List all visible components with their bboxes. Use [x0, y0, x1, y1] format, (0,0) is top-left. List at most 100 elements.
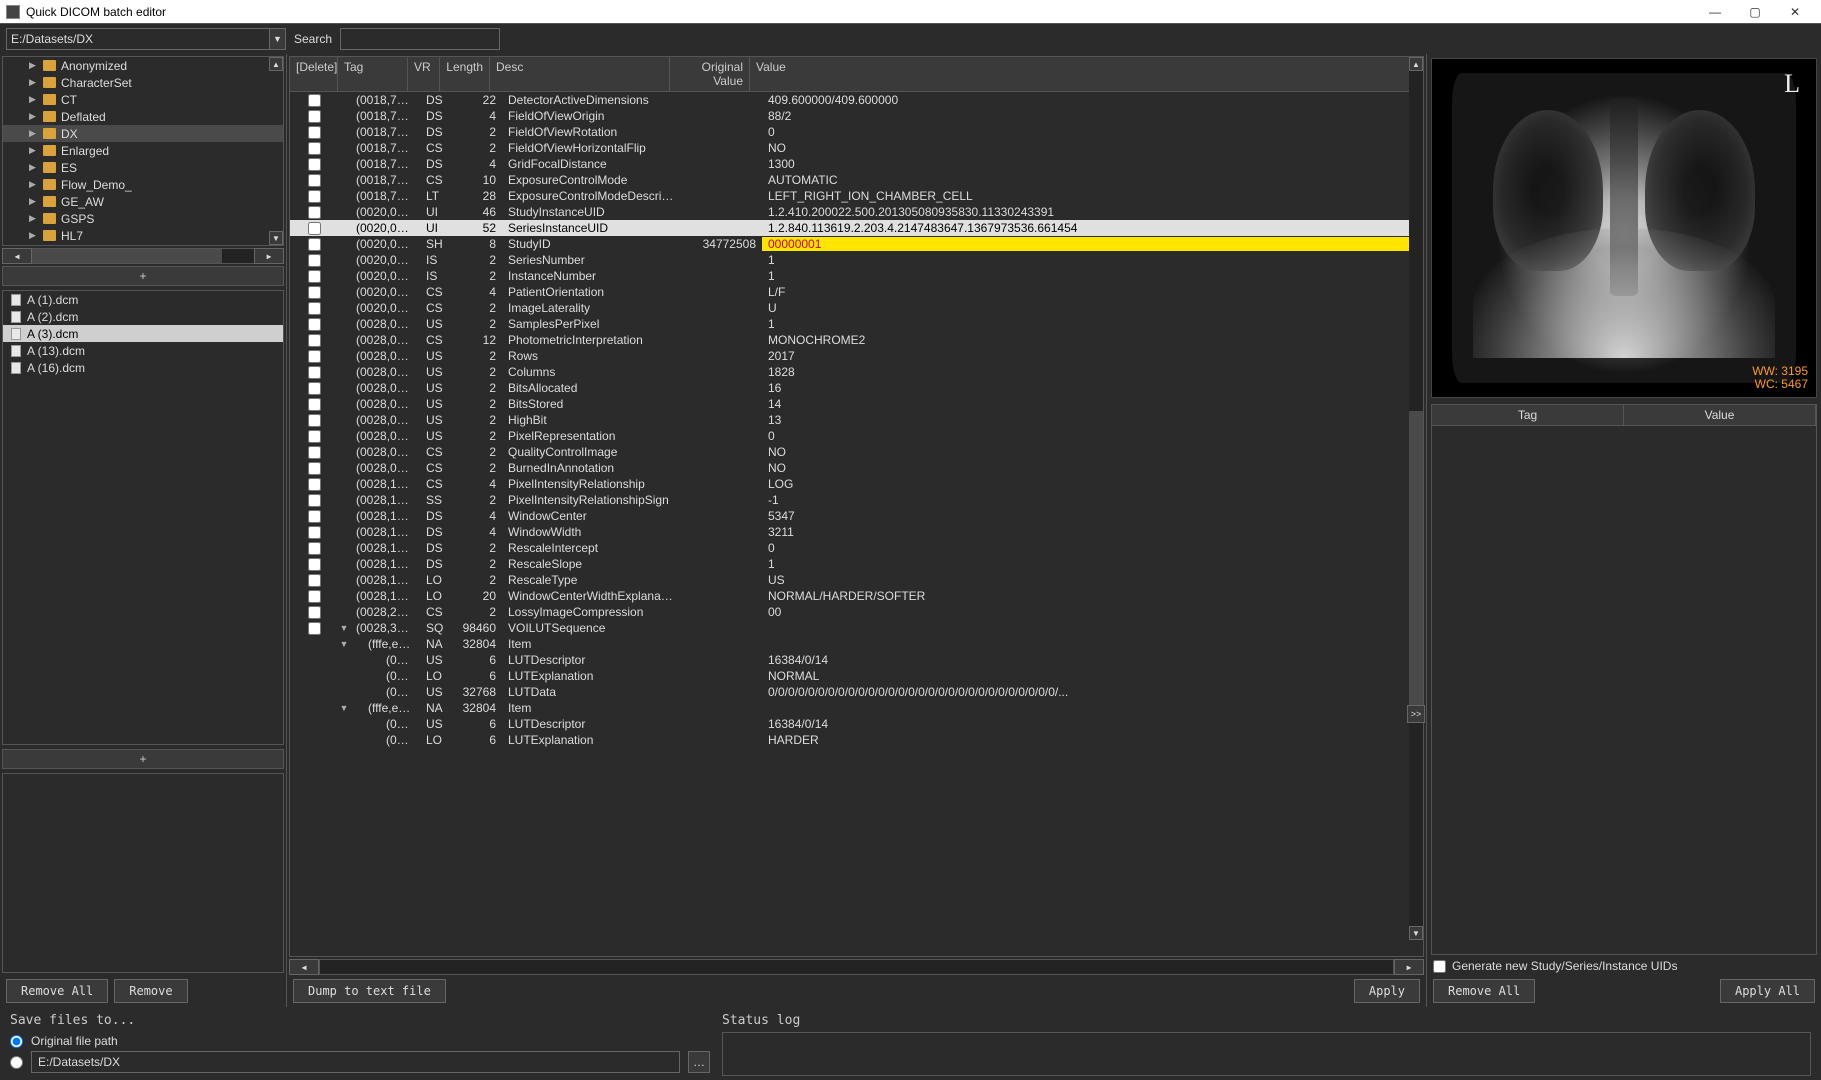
- tag-row[interactable]: (0028,1041)SS2PixelIntensityRelationship…: [290, 492, 1423, 508]
- delete-checkbox[interactable]: [308, 94, 321, 107]
- tree-item[interactable]: ▶Flow_Demo_: [3, 176, 283, 193]
- delete-checkbox[interactable]: [308, 174, 321, 187]
- value-cell[interactable]: 1: [762, 317, 1423, 331]
- tag-row[interactable]: (0028,0100)US2BitsAllocated16: [290, 380, 1423, 396]
- delete-checkbox[interactable]: [308, 446, 321, 459]
- expander-icon[interactable]: ▶: [29, 179, 38, 190]
- tag-row[interactable]: (0018,7032)DS2FieldOfViewRotation0: [290, 124, 1423, 140]
- value-cell[interactable]: 13: [762, 413, 1423, 427]
- tag-row[interactable]: (0028,0010)US2Rows2017: [290, 348, 1423, 364]
- tag-row[interactable]: (0028,0004)CS12PhotometricInterpretation…: [290, 332, 1423, 348]
- kv-header-value[interactable]: Value: [1624, 405, 1816, 425]
- file-item[interactable]: A (2).dcm: [3, 308, 283, 325]
- delete-checkbox[interactable]: [308, 574, 321, 587]
- tag-row[interactable]: (0020,0011)IS2SeriesNumber1: [290, 252, 1423, 268]
- tree-scroll-up-icon[interactable]: ▲: [269, 57, 283, 71]
- value-cell[interactable]: AUTOMATIC: [762, 173, 1423, 187]
- delete-checkbox[interactable]: [308, 622, 321, 635]
- delete-checkbox[interactable]: [308, 238, 321, 251]
- value-cell[interactable]: 2017: [762, 349, 1423, 363]
- add-file-button[interactable]: +: [2, 749, 284, 769]
- delete-checkbox[interactable]: [308, 382, 321, 395]
- tag-table[interactable]: [Delete] Tag VR Length Desc Original Val…: [289, 56, 1424, 957]
- tag-row[interactable]: (0018,7062)LT28ExposureControlModeDescri…: [290, 188, 1423, 204]
- delete-checkbox[interactable]: [308, 350, 321, 363]
- tag-row[interactable]: (0028,0002)US2SamplesPerPixel1: [290, 316, 1423, 332]
- value-cell[interactable]: 1: [762, 557, 1423, 571]
- path-combo[interactable]: ▼: [6, 28, 286, 50]
- header-desc[interactable]: Desc: [490, 57, 670, 91]
- tree-scroll-down-icon[interactable]: ▼: [269, 231, 283, 245]
- delete-checkbox[interactable]: [308, 366, 321, 379]
- delete-checkbox[interactable]: [308, 190, 321, 203]
- expander-icon[interactable]: ▶: [29, 60, 38, 71]
- value-cell[interactable]: NORMAL/HARDER/SOFTER: [762, 589, 1423, 603]
- delete-checkbox[interactable]: [308, 510, 321, 523]
- value-cell[interactable]: 16384/0/14: [762, 717, 1423, 731]
- value-cell[interactable]: MONOCHROME2: [762, 333, 1423, 347]
- expander-icon[interactable]: ▶: [29, 162, 38, 173]
- tag-row[interactable]: (0020,0013)IS2InstanceNumber1: [290, 268, 1423, 284]
- value-cell[interactable]: 88/2: [762, 109, 1423, 123]
- tree-item[interactable]: ▶ES: [3, 159, 283, 176]
- expander-icon[interactable]: ▶: [29, 111, 38, 122]
- expander-icon[interactable]: ▶: [29, 128, 38, 139]
- tag-row[interactable]: (0028,0301)CS2BurnedInAnnotationNO: [290, 460, 1423, 476]
- delete-checkbox[interactable]: [308, 286, 321, 299]
- tag-row[interactable]: (0018,704c)DS4GridFocalDistance1300: [290, 156, 1423, 172]
- tag-row[interactable]: (0028,2110)CS2LossyImageCompression00: [290, 604, 1423, 620]
- browse-button[interactable]: …: [688, 1051, 710, 1073]
- tag-row[interactable]: (0028,0300)CS2QualityControlImageNO: [290, 444, 1423, 460]
- header-delete[interactable]: [Delete]: [290, 57, 338, 91]
- value-cell[interactable]: 00000001: [762, 237, 1423, 251]
- value-cell[interactable]: 1300: [762, 157, 1423, 171]
- value-cell[interactable]: 16: [762, 381, 1423, 395]
- tag-row[interactable]: (0020,000d)UI46StudyInstanceUID1.2.410.2…: [290, 204, 1423, 220]
- value-cell[interactable]: 3211: [762, 525, 1423, 539]
- tree-hscrollbar[interactable]: ◀ ▶: [2, 248, 284, 264]
- expander-icon[interactable]: ▼: [338, 623, 350, 633]
- value-cell[interactable]: 409.600000/409.600000: [762, 93, 1423, 107]
- value-cell[interactable]: 14: [762, 397, 1423, 411]
- value-cell[interactable]: 1.2.840.113619.2.203.4.2147483647.136797…: [762, 221, 1423, 235]
- delete-checkbox[interactable]: [308, 142, 321, 155]
- expander-icon[interactable]: ▶: [29, 145, 38, 156]
- value-cell[interactable]: -1: [762, 493, 1423, 507]
- file-item[interactable]: A (3).dcm: [3, 325, 283, 342]
- tree-item[interactable]: ▶GSPS: [3, 210, 283, 227]
- expander-icon[interactable]: ▼: [338, 639, 350, 649]
- tree-item[interactable]: ▶HL7: [3, 227, 283, 244]
- tag-row[interactable]: (0028,30...US6LUTDescriptor16384/0/14: [290, 716, 1423, 732]
- tag-row[interactable]: (0018,7026)DS22DetectorActiveDimensions4…: [290, 92, 1423, 108]
- scroll-up-icon[interactable]: ▲: [1409, 57, 1423, 71]
- dump-button[interactable]: Dump to text file: [293, 979, 446, 1003]
- image-preview[interactable]: L WW: 3195 WC: 5467: [1431, 58, 1817, 398]
- minimize-button[interactable]: —: [1695, 1, 1735, 23]
- tree-item[interactable]: ▶GE_AW: [3, 193, 283, 210]
- delete-checkbox[interactable]: [308, 318, 321, 331]
- path-dropdown-icon[interactable]: ▼: [270, 28, 286, 50]
- file-item[interactable]: A (16).dcm: [3, 359, 283, 376]
- tag-row[interactable]: (0028,1052)DS2RescaleIntercept0: [290, 540, 1423, 556]
- delete-checkbox[interactable]: [308, 606, 321, 619]
- value-cell[interactable]: NO: [762, 445, 1423, 459]
- value-cell[interactable]: 1828: [762, 365, 1423, 379]
- value-cell[interactable]: 1: [762, 269, 1423, 283]
- header-tag[interactable]: Tag: [338, 57, 408, 91]
- value-cell[interactable]: NORMAL: [762, 669, 1423, 683]
- tag-row[interactable]: (0028,1051)DS4WindowWidth3211: [290, 524, 1423, 540]
- delete-checkbox[interactable]: [308, 462, 321, 475]
- tag-row[interactable]: (0028,1054)LO2RescaleTypeUS: [290, 572, 1423, 588]
- tree-item[interactable]: ▶CT: [3, 91, 283, 108]
- tag-row[interactable]: (0028,1055)LO20WindowCenterWidthExplanat…: [290, 588, 1423, 604]
- delete-checkbox[interactable]: [308, 270, 321, 283]
- save-path-input[interactable]: [31, 1051, 680, 1073]
- tag-row[interactable]: (0028,1050)DS4WindowCenter5347: [290, 508, 1423, 524]
- expander-icon[interactable]: ▶: [29, 196, 38, 207]
- value-cell[interactable]: 0: [762, 541, 1423, 555]
- delete-checkbox[interactable]: [308, 558, 321, 571]
- value-cell[interactable]: 5347: [762, 509, 1423, 523]
- delete-checkbox[interactable]: [308, 254, 321, 267]
- remove-all-right-button[interactable]: Remove All: [1433, 979, 1535, 1003]
- tag-row[interactable]: (0018,7030)DS4FieldOfViewOrigin88/2: [290, 108, 1423, 124]
